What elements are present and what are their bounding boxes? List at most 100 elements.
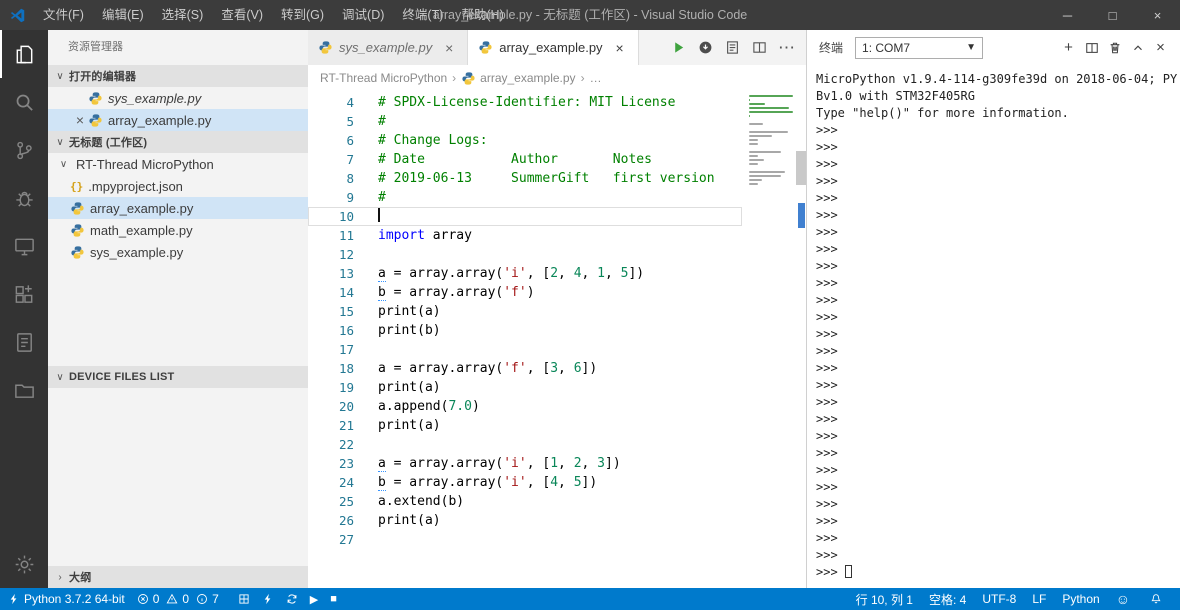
tree-file[interactable]: math_example.py [48,219,308,241]
tree-file[interactable]: sys_example.py [48,241,308,263]
activity-report[interactable] [0,318,48,366]
code-line[interactable]: 23 a = array.array('i', [1, 2, 3]) [308,454,742,473]
code-line[interactable]: 13 a = array.array('i', [2, 4, 1, 5]) [308,264,742,283]
activity-extensions[interactable] [0,270,48,318]
close-button[interactable]: × [1149,37,1172,59]
trash-button[interactable] [1103,37,1126,59]
line-number: 6 [346,133,354,148]
open-editor-item[interactable]: sys_example.py [48,87,308,109]
code-line[interactable]: 21 print(a) [308,416,742,435]
status-cursor-position[interactable]: 行 10, 列 1 [848,588,921,610]
status-python-interpreter[interactable]: Python 3.7.2 64-bit [2,588,131,610]
more-icon: ⋯ [778,37,795,57]
code-line[interactable]: 4 # SPDX-License-Identifier: MIT License [308,93,742,112]
code-line[interactable]: 15 print(a) [308,302,742,321]
menu-item[interactable]: 编辑(E) [93,0,153,30]
code-line[interactable]: 20 a.append(7.0) [308,397,742,416]
status-tool-sync[interactable] [280,588,304,610]
minimap[interactable] [746,91,796,191]
status-tool-stop[interactable]: ■ [324,588,343,610]
activity-gear[interactable] [0,540,48,588]
file-name: array_example.py [108,112,212,128]
code-line[interactable]: 11 import array [308,226,742,245]
preview-button[interactable] [719,35,746,61]
breadcrumb-item[interactable]: array_example.py [461,71,576,86]
menu-item[interactable]: 选择(S) [153,0,213,30]
split-button[interactable] [1080,37,1103,59]
close-icon[interactable]: × [441,40,457,56]
close-icon[interactable]: × [72,112,88,128]
menu-item[interactable]: 调试(D) [333,0,393,30]
tree-file[interactable]: array_example.py [48,197,308,219]
activity-files[interactable] [0,30,48,78]
tree-folder[interactable]: ∨ RT-Thread MicroPython [48,153,308,175]
activity-device[interactable] [0,222,48,270]
code-line[interactable]: 25 a.extend(b) [308,492,742,511]
statusbar-right: 行 10, 列 1 空格: 4 UTF-8 LF Python ☺ [848,588,1174,610]
status-notifications[interactable] [1142,588,1174,610]
code-line[interactable]: 9 # [308,188,742,207]
code-line[interactable]: 26 print(a) [308,511,742,530]
code-line[interactable]: 19 print(a) [308,378,742,397]
code-line[interactable]: 24 b = array.array('i', [4, 5]) [308,473,742,492]
status-tool-board[interactable] [232,588,256,610]
status-tool-zap[interactable] [256,588,280,610]
status-indentation[interactable]: 空格: 4 [921,588,974,610]
status-tool-play[interactable]: ▶ [304,588,324,610]
code-line[interactable]: 14 b = array.array('f') [308,283,742,302]
breadcrumb-item[interactable]: … [590,71,602,85]
code-line[interactable]: 7 # Date Author Notes [308,150,742,169]
download-button[interactable] [692,35,719,61]
code-line[interactable]: 22 [308,435,742,454]
status-encoding[interactable]: UTF-8 [974,588,1024,610]
code-line[interactable]: 16 print(b) [308,321,742,340]
chevron-up-button[interactable] [1126,37,1149,59]
activity-project[interactable] [0,366,48,414]
status-problems[interactable]: 0 0 7 [131,588,232,610]
terminal-input-line[interactable]: >>> [816,564,1180,581]
menu-item[interactable]: 文件(F) [34,0,93,30]
code-line[interactable]: 10 [308,207,742,226]
editor[interactable]: 4 # SPDX-License-Identifier: MIT License 5… [308,91,806,588]
run-button[interactable] [665,35,692,61]
menu-item[interactable]: 查看(V) [212,0,272,30]
tab-array_example.py[interactable]: array_example.py × [468,30,639,65]
status-feedback[interactable]: ☺ [1108,588,1142,610]
breadcrumb-item[interactable]: RT-Thread MicroPython [320,71,447,85]
activity-source-control[interactable] [0,126,48,174]
plus-button[interactable]: + [1057,37,1080,59]
terminal-title[interactable]: 终端 [819,39,843,56]
terminal-prompt-line: >>> [816,463,838,477]
status-language-mode[interactable]: Python [1054,588,1107,610]
activity-search[interactable] [0,78,48,126]
tab-sys_example.py[interactable]: sys_example.py × [308,30,469,65]
code-line[interactable]: 6 # Change Logs: [308,131,742,150]
terminal-output[interactable]: MicroPython v1.9.4-114-g309fe39d on 2018… [807,65,1180,588]
window-minimize-button[interactable]: ─ [1045,0,1090,30]
code-line[interactable]: 17 [308,340,742,359]
code-line[interactable]: 8 # 2019-06-13 SummerGift first version [308,169,742,188]
window-maximize-button[interactable]: □ [1090,0,1135,30]
source-control-icon [13,139,36,162]
split-editor-button[interactable] [746,35,773,61]
code-line[interactable]: 27 [308,530,742,549]
code-line[interactable]: 12 [308,245,742,264]
open-editor-item[interactable]: × array_example.py [48,109,308,131]
terminal-instance-dropdown[interactable]: 1: COM7 ▼ [855,36,984,59]
close-icon[interactable]: × [612,40,628,56]
outline-header[interactable]: › 大纲 [48,566,308,588]
menu-item[interactable]: 转到(G) [272,0,333,30]
open-editors-header[interactable]: ∨ 打开的编辑器 [48,65,308,87]
more-button[interactable]: ⋯ [773,35,800,61]
code-line[interactable]: 18 a = array.array('f', [3, 6]) [308,359,742,378]
code-line[interactable]: 5 # [308,112,742,131]
window-close-button[interactable]: × [1135,0,1180,30]
workspace-header[interactable]: ∨ 无标题 (工作区) [48,131,308,153]
device-files-header[interactable]: ∨ DEVICE FILES LIST [48,366,308,388]
python-icon [88,113,103,128]
terminal-prompt-line: >>> [816,378,838,392]
activity-debug[interactable] [0,174,48,222]
status-eol[interactable]: LF [1024,588,1054,610]
scrollbar-slider[interactable] [796,151,806,185]
tree-file[interactable]: {} .mpyproject.json [48,175,308,197]
